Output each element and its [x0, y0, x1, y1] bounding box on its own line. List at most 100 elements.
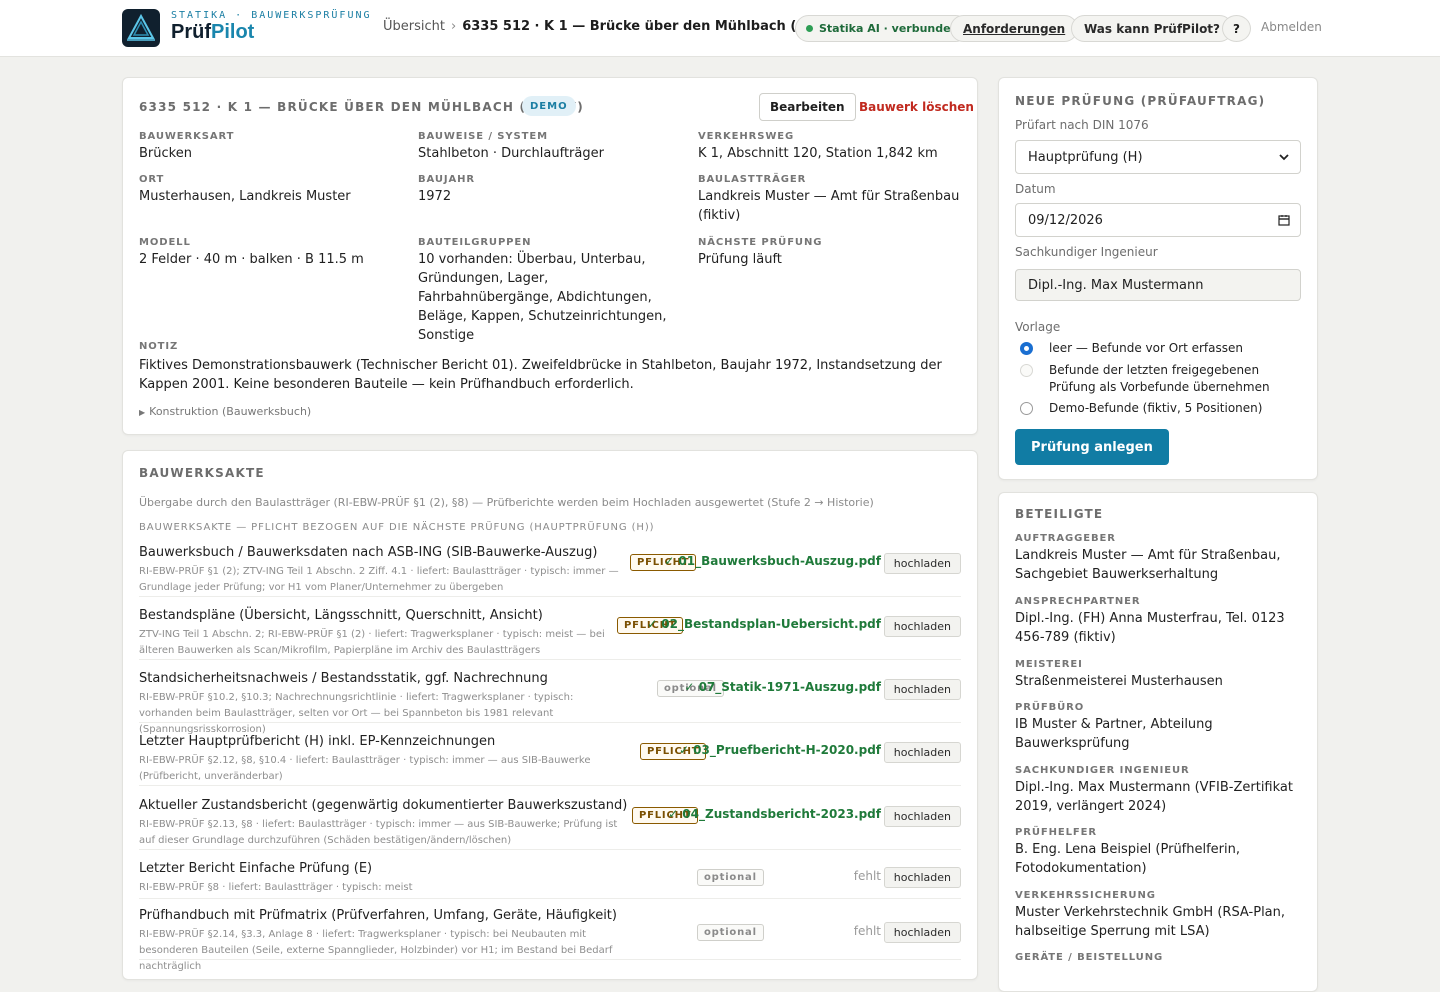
triangle-logo-icon	[127, 13, 155, 41]
edit-button[interactable]: Bearbeiten	[759, 93, 856, 121]
field-value: Musterhausen, Landkreis Muster	[139, 189, 351, 204]
uploaded-file-link[interactable]: ✓ 01_Bauwerksbuch-Auszug.pdf	[664, 554, 881, 568]
uploaded-file-link[interactable]: ✓ 03_Pruefbericht-H-2020.pdf	[679, 743, 881, 757]
radio-icon[interactable]	[1020, 364, 1033, 377]
document-title: Letzter Bericht Einfache Prüfung (E)	[139, 861, 373, 876]
uploaded-file-link[interactable]: ✓ 02_Bestandsplan-Uebersicht.pdf	[647, 617, 881, 631]
engineer-input[interactable]: Dipl.-Ing. Max Mustermann	[1015, 269, 1301, 301]
field-value: Brücken	[139, 146, 192, 161]
field-modell: MODELL 2 Felder · 40 m · balken · B 11.5…	[139, 237, 404, 269]
connection-status-badge: Statika AI · verbunden	[795, 15, 970, 42]
create-inspection-button[interactable]: Prüfung anlegen	[1015, 429, 1169, 465]
document-row: Bestandspläne (Übersicht, Längsschnitt, …	[139, 608, 961, 660]
participant-label: MEISTEREI	[1015, 659, 1083, 670]
document-row: Bauwerksbuch / Bauwerksdaten nach ASB-IN…	[139, 545, 961, 597]
participant-label: AUFTRAGGEBER	[1015, 533, 1116, 544]
chevron-down-icon	[1279, 154, 1289, 161]
participant-label: VERKEHRSSICHERUNG	[1015, 890, 1156, 901]
participant-inspection-office: PRÜFBÜRO IB Muster & Partner, Abteilung …	[1015, 702, 1305, 753]
triangle-right-icon: ▶	[139, 408, 146, 417]
field-label: BAUJAHR	[418, 174, 476, 185]
brand-name-accent: Pilot	[211, 21, 255, 43]
uploaded-file-link[interactable]: ✓ 04_Zustandsbericht-2023.pdf	[668, 807, 881, 821]
brand-name: PrüfPilot	[171, 21, 254, 44]
field-baulasttraeger: BAULASTTRÄGER Landkreis Muster — Amt für…	[698, 174, 963, 225]
field-naechste-pruefung: NÄCHSTE PRÜFUNG Prüfung läuft	[698, 237, 963, 269]
app-logo[interactable]	[122, 9, 160, 47]
template-option-empty[interactable]: leer — Befunde vor Ort erfassen	[1015, 340, 1305, 357]
participant-value: Landkreis Muster — Amt für Straßenbau, S…	[1015, 548, 1281, 582]
breadcrumb-separator: ›	[450, 19, 457, 34]
delete-structure-button[interactable]: Bauwerk löschen	[859, 100, 974, 114]
uploaded-file-link[interactable]: ✓ 07_Statik-1971-Auszug.pdf	[684, 680, 881, 694]
upload-button[interactable]: hochladen	[883, 742, 961, 763]
structure-title: 6335 512 · K 1 — BRÜCKE ÜBER DEN MÜHLBAC…	[139, 100, 584, 114]
template-label: Vorlage	[1015, 320, 1061, 334]
document-meta: RI-EBW-PRÜF §2.13, §8 · liefert: Baulast…	[139, 819, 618, 846]
missing-file-status: fehlt	[853, 924, 881, 938]
field-label: BAUWERKSART	[139, 131, 235, 142]
participant-label: ANSPRECHPARTNER	[1015, 596, 1141, 607]
participant-value: Straßenmeisterei Musterhausen	[1015, 674, 1223, 689]
template-option-label: leer — Befunde vor Ort erfassen	[1049, 341, 1244, 355]
document-row: Letzter Bericht Einfache Prüfung (E) RI-…	[139, 861, 961, 899]
upload-button[interactable]: hochladen	[883, 616, 961, 637]
breadcrumb-current: 6335 512 · K 1 — Brücke über den Mühlbac…	[462, 19, 840, 34]
field-label: VERKEHRSWEG	[698, 131, 795, 142]
upload-button[interactable]: hochladen	[883, 806, 961, 827]
missing-file-status: fehlt	[853, 869, 881, 883]
upload-button[interactable]: hochladen	[883, 679, 961, 700]
document-title: Standsicherheitsnachweis / Bestandsstati…	[139, 671, 548, 686]
note-label: NOTIZ	[139, 341, 179, 352]
brand-tagline: STATIKA · BAUWERKSPRÜFUNG	[171, 10, 372, 21]
inspection-type-select[interactable]: Hauptprüfung (H)	[1015, 140, 1301, 174]
structure-card: 6335 512 · K 1 — BRÜCKE ÜBER DEN MÜHLBAC…	[122, 77, 978, 435]
template-option-label: Befunde der letzten freigegebenen Prüfun…	[1049, 363, 1270, 394]
template-option-previous[interactable]: Befunde der letzten freigegebenen Prüfun…	[1015, 362, 1305, 396]
upload-button[interactable]: hochladen	[883, 867, 961, 888]
date-input[interactable]: 09/12/2026	[1015, 203, 1301, 237]
question-icon[interactable]: ?	[1222, 15, 1251, 42]
radio-selected-icon[interactable]	[1020, 342, 1033, 355]
requirements-button[interactable]: Anforderungen	[950, 15, 1079, 42]
demo-badge: DEMO	[522, 96, 576, 116]
field-label: BAULASTTRÄGER	[698, 174, 807, 185]
participant-assistant: PRÜFHELFER B. Eng. Lena Beispiel (Prüfhe…	[1015, 827, 1305, 878]
document-meta: ZTV-ING Teil 1 Abschn. 2; RI-EBW-PRÜF §1…	[139, 629, 605, 656]
participant-label: PRÜFHELFER	[1015, 827, 1097, 838]
participant-value: Muster Verkehrstechnik GmbH (RSA-Plan, h…	[1015, 905, 1286, 939]
upload-button[interactable]: hochladen	[883, 553, 961, 574]
participant-maintenance-depot: MEISTEREI Straßenmeisterei Musterhausen	[1015, 659, 1305, 691]
note-text: Fiktives Demonstrationsbauwerk (Technisc…	[139, 358, 942, 392]
field-label: BAUWEISE / SYSTEM	[418, 131, 548, 142]
field-value: Stahlbeton · Durchlaufträger	[418, 146, 604, 161]
engineer-value: Dipl.-Ing. Max Mustermann	[1028, 277, 1204, 293]
template-option-demo[interactable]: Demo-Befunde (fiktiv, 5 Positionen)	[1015, 400, 1305, 417]
field-bauwerksart: BAUWERKSART Brücken	[139, 131, 404, 163]
akte-title: BAUWERKSAKTE	[139, 466, 265, 480]
engineer-label: Sachkundiger Ingenieur	[1015, 245, 1158, 259]
field-label: ORT	[139, 174, 165, 185]
connection-status-text: Statika AI · verbunden	[819, 22, 959, 35]
calendar-icon[interactable]	[1278, 214, 1290, 226]
field-value: Prüfung läuft	[698, 252, 782, 267]
akte-requirement-heading: BAUWERKSAKTE — PFLICHT BEZOGEN AUF DIE N…	[139, 522, 655, 533]
breadcrumb-root[interactable]: Übersicht	[383, 19, 445, 34]
radio-icon[interactable]	[1020, 402, 1033, 415]
upload-button[interactable]: hochladen	[883, 922, 961, 943]
construction-disclosure[interactable]: ▶ Konstruktion (Bauwerksbuch)	[139, 405, 311, 418]
document-meta: RI-EBW-PRÜF §10.2, §10.3; Nachrechnungsr…	[139, 692, 574, 735]
field-value: 10 vorhanden: Überbau, Unterbau, Gründun…	[418, 252, 667, 343]
document-meta: RI-EBW-PRÜF §1 (2); ZTV-ING Teil 1 Absch…	[139, 566, 619, 593]
document-row: Prüfhandbuch mit Prüfmatrix (Prüfverfahr…	[139, 908, 961, 972]
document-title: Aktueller Zustandsbericht (gegenwärtig d…	[139, 798, 628, 813]
participant-traffic-safety: VERKEHRSSICHERUNG Muster Verkehrstechnik…	[1015, 890, 1305, 941]
help-button[interactable]: Was kann PrüfPilot?	[1071, 15, 1234, 42]
akte-card: BAUWERKSAKTE Übergabe durch den Baulastt…	[122, 450, 978, 980]
document-title: Bestandspläne (Übersicht, Längsschnitt, …	[139, 608, 543, 623]
logout-link[interactable]: Abmelden	[1261, 20, 1322, 34]
field-value: Landkreis Muster — Amt für Straßenbau (f…	[698, 189, 960, 223]
akte-subtitle: Übergabe durch den Baulastträger (RI-EBW…	[139, 496, 874, 509]
participant-label: SACHKUNDIGER INGENIEUR	[1015, 765, 1190, 776]
breadcrumb: Übersicht › 6335 512 · K 1 — Brücke über d…	[383, 19, 840, 34]
